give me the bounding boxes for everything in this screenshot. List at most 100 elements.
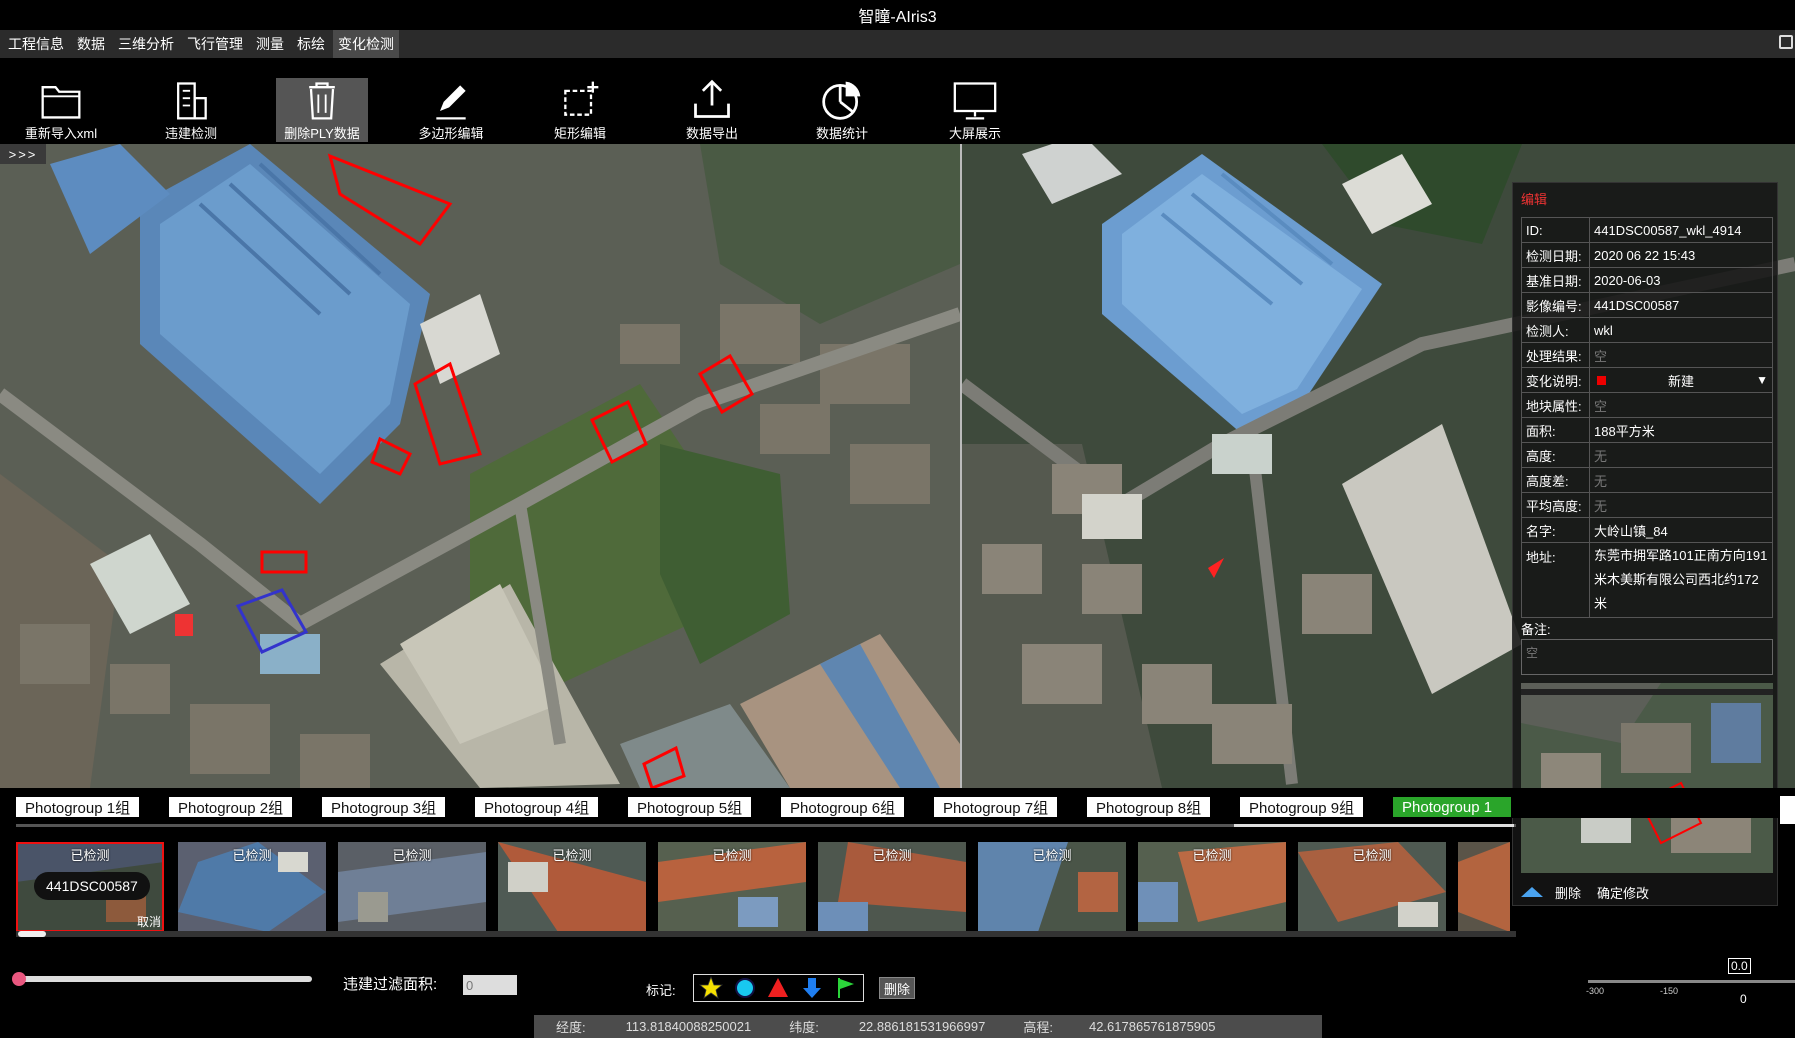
tab-photogroup-7[interactable]: Photogroup 7组 (934, 797, 1058, 817)
row-inspector: 检测人: wkl (1521, 317, 1773, 343)
alt-label: 高程: (1023, 1020, 1053, 1035)
trash-icon (309, 82, 335, 120)
thumbnail-8[interactable]: 已检测 (1138, 842, 1286, 932)
thumbnail-7[interactable]: 已检测 (978, 842, 1126, 932)
note-label: 备注: (1521, 622, 1551, 637)
big-screen-button[interactable]: 大屏展示 (929, 78, 1021, 142)
height-diff-value: 无 (1589, 467, 1773, 493)
thumbnail-9[interactable]: 已检测 (1298, 842, 1446, 932)
thumbnail-5[interactable]: 已检测 (658, 842, 806, 932)
lon-label: 经度: (556, 1020, 586, 1035)
delete-ply-button[interactable]: 删除PLY数据 (276, 78, 368, 142)
panel-title: 编辑 (1521, 192, 1548, 207)
triangle-icon[interactable] (766, 976, 790, 1000)
menu-bar: 工程信息 数据 三维分析 飞行管理 测量 标绘 变化检测 (0, 30, 1795, 58)
note-field[interactable]: 空 (1521, 639, 1773, 675)
row-avg-height: 平均高度: 无 (1521, 492, 1773, 518)
tab-photogroup-10[interactable]: Photogroup 1 (1393, 797, 1511, 817)
data-export-button[interactable]: 数据导出 (666, 78, 758, 142)
row-id: ID: 441DSC00587_wkl_4914 (1521, 217, 1773, 243)
star-icon[interactable] (698, 976, 723, 1000)
rectangle-edit-button[interactable]: 矩形编辑 (534, 78, 626, 142)
map-view-before[interactable] (0, 144, 960, 788)
row-base-date: 基准日期: 2020-06-03 (1521, 267, 1773, 293)
pencil-icon (436, 85, 466, 120)
tab-photogroup-2[interactable]: Photogroup 2组 (169, 797, 293, 817)
data-statistics-button[interactable]: 数据统计 (796, 78, 888, 142)
mark-label: 标记: (646, 983, 676, 998)
menu-plot[interactable]: 标绘 (292, 30, 330, 58)
filter-area-input[interactable] (463, 975, 517, 995)
illegal-building-detect-button[interactable]: 违建检测 (145, 78, 237, 142)
area-value: 188平方米 (1589, 417, 1773, 443)
row-address: 地址: 东莞市拥军路101正南方向191米木美斯有限公司西北约172米 (1521, 542, 1773, 618)
row-image-no: 影像编号: 441DSC00587 (1521, 292, 1773, 318)
land-field[interactable]: 空 (1589, 392, 1773, 418)
tab-photogroup-9[interactable]: Photogroup 9组 (1240, 797, 1364, 817)
image-strip: 已检测 441DSC00587 取消 已检测 已检测 已检测 已检测 已检测 已… (0, 838, 1510, 932)
menu-data[interactable]: 数据 (72, 30, 110, 58)
cancel-button[interactable]: 取消 (137, 913, 161, 930)
lat-label: 纬度: (789, 1020, 819, 1035)
slider-knob[interactable] (12, 972, 26, 986)
avg-height-value: 无 (1589, 492, 1773, 518)
delete-mark-button[interactable]: 删除 (879, 977, 916, 999)
thumbnail-4[interactable]: 已检测 (498, 842, 646, 932)
flag-icon[interactable] (834, 976, 858, 1000)
elevation-value: 0.0 (1728, 958, 1751, 974)
delete-record-button[interactable]: 删除 (1555, 883, 1581, 902)
polygon-edit-button[interactable]: 多边形编辑 (405, 78, 497, 142)
tab-photogroup-8[interactable]: Photogroup 8组 (1087, 797, 1211, 817)
tab-photogroup-6[interactable]: Photogroup 6组 (781, 797, 905, 817)
change-value: 新建 (1668, 373, 1695, 389)
expand-button[interactable]: >>> (0, 144, 46, 164)
monitor-icon (953, 82, 997, 120)
photogroup-scroll-thumb[interactable] (1234, 824, 1514, 827)
window-restore-icon[interactable] (1779, 35, 1793, 49)
tab-photogroup-3[interactable]: Photogroup 3组 (322, 797, 446, 817)
tab-photogroup-5[interactable]: Photogroup 5组 (628, 797, 752, 817)
thumbnail-3[interactable]: 已检测 (338, 842, 486, 932)
tab-photogroup-4[interactable]: Photogroup 4组 (475, 797, 599, 817)
thumbnail-10[interactable] (1458, 842, 1510, 932)
row-area: 面积: 188平方米 (1521, 417, 1773, 443)
height-value: 无 (1589, 442, 1773, 468)
menu-3d-analysis[interactable]: 三维分析 (113, 30, 179, 58)
area-filter-slider[interactable] (12, 972, 312, 986)
thumbnail-status: 已检测 (70, 848, 110, 863)
elevation-ruler[interactable]: 0.0 -300 -150 0 (1586, 958, 1795, 1006)
menu-flight[interactable]: 飞行管理 (182, 30, 248, 58)
result-field[interactable]: 空 (1589, 342, 1773, 368)
row-height: 高度: 无 (1521, 442, 1773, 468)
detect-date-value: 2020 06 22 15:43 (1589, 242, 1773, 268)
tab-scroll-end[interactable] (1780, 796, 1795, 824)
dropdown-arrow-icon[interactable]: ▼ (1756, 373, 1768, 387)
panel-footer: 删除 确定修改 (1521, 881, 1773, 903)
row-land: 地块属性: 空 (1521, 392, 1773, 418)
collapse-triangle-icon[interactable] (1521, 887, 1543, 897)
strip-scrollbar[interactable] (16, 931, 1516, 937)
row-name: 名字: 大岭山镇_84 (1521, 517, 1773, 543)
confirm-edit-button[interactable]: 确定修改 (1597, 883, 1649, 902)
thumbnail-1[interactable]: 已检测 441DSC00587 取消 (16, 842, 164, 932)
lat-value: 22.886181531966997 (858, 1019, 986, 1034)
row-detect-date: 检测日期: 2020 06 22 15:43 (1521, 242, 1773, 268)
row-change: 变化说明: 新建 ▼ (1521, 367, 1773, 393)
strip-scroll-thumb[interactable] (18, 931, 46, 937)
menu-project-info[interactable]: 工程信息 (3, 30, 69, 58)
elevation-track[interactable] (1588, 980, 1795, 983)
tab-photogroup-1[interactable]: Photogroup 1组 (16, 797, 140, 817)
thumbnail-2[interactable]: 已检测 (178, 842, 326, 932)
name-field[interactable]: 大岭山镇_84 (1589, 517, 1773, 543)
menu-change-detection[interactable]: 变化检测 (333, 30, 399, 58)
menu-measure[interactable]: 测量 (251, 30, 289, 58)
change-select[interactable]: 新建 ▼ (1589, 367, 1773, 393)
reimport-xml-button[interactable]: 重新导入xml (15, 78, 107, 142)
circle-icon[interactable] (733, 976, 757, 1000)
photogroup-scrollbar[interactable] (16, 824, 1516, 827)
folder-icon (41, 86, 81, 119)
arrow-down-icon[interactable] (800, 976, 824, 1000)
id-value: 441DSC00587_wkl_4914 (1589, 217, 1773, 243)
thumbnail-6[interactable]: 已检测 (818, 842, 966, 932)
building-icon (177, 82, 207, 120)
